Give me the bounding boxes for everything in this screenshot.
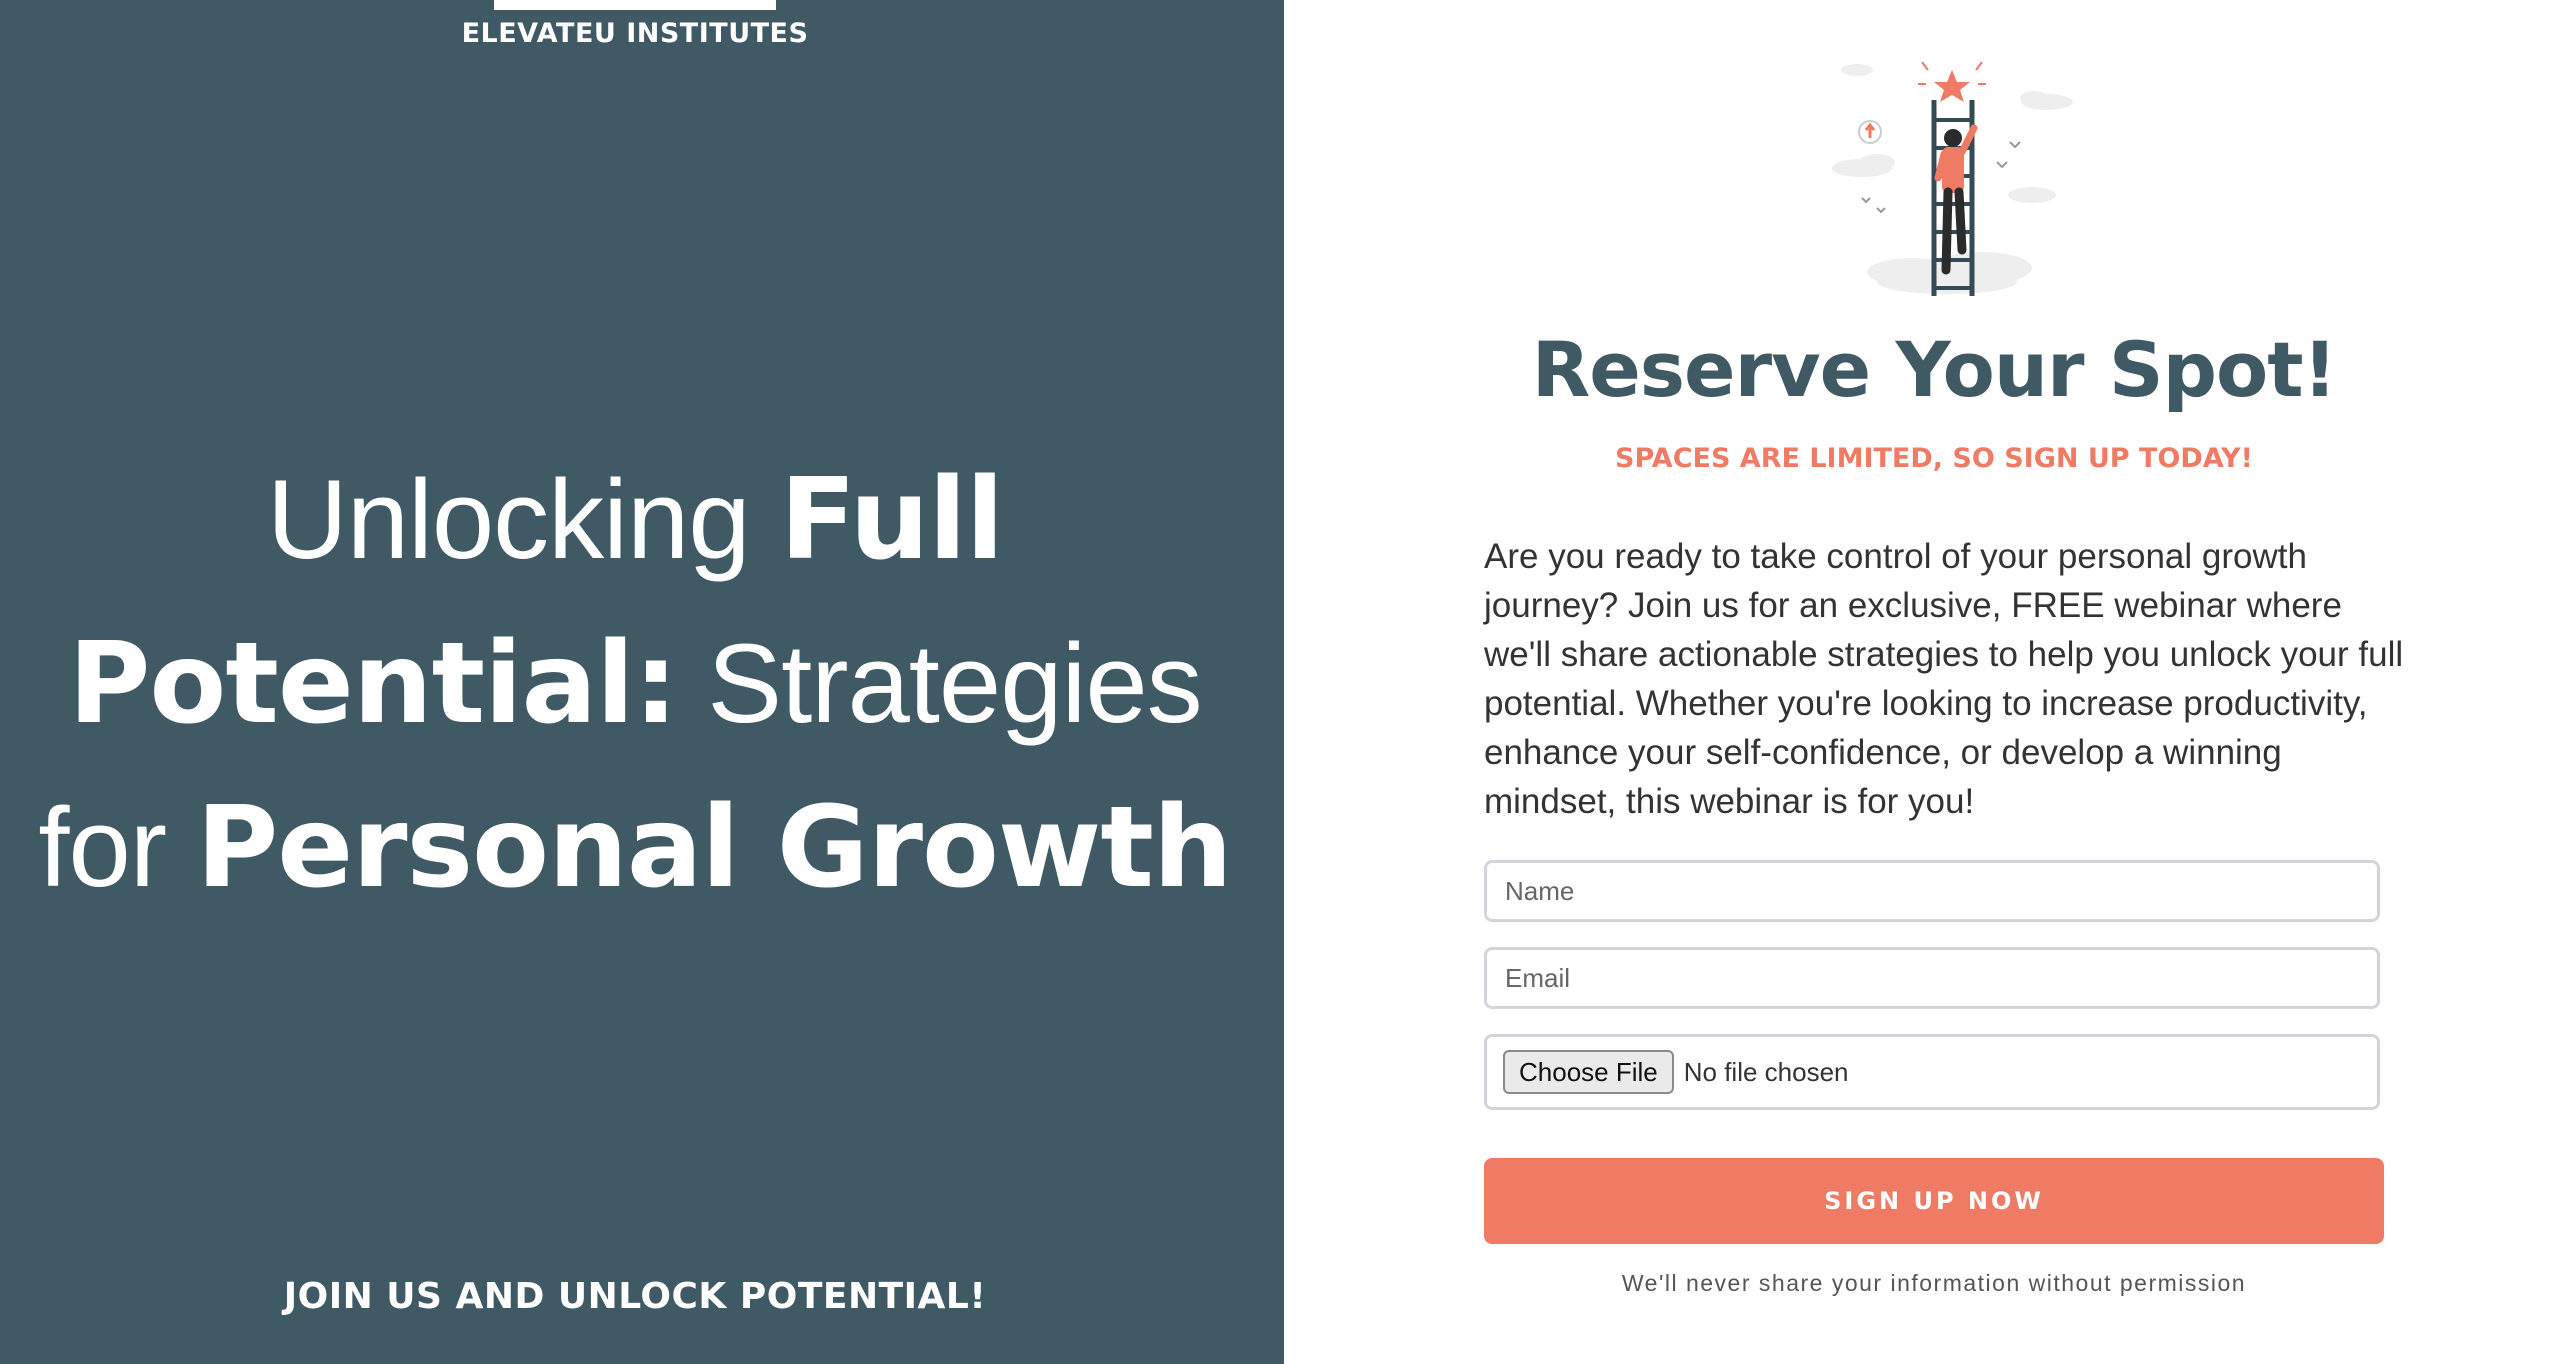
email-field[interactable] (1484, 947, 2380, 1009)
name-field[interactable] (1484, 860, 2380, 922)
form-subtitle: SPACES ARE LIMITED, SO SIGN UP TODAY! (1615, 443, 2253, 474)
choose-file-button[interactable]: Choose File (1503, 1050, 1674, 1094)
form-description: Are you ready to take control of your pe… (1484, 537, 2404, 821)
hero-heading: Unlocking Full Potential: Strategies for… (30, 438, 1240, 930)
file-status: No file chosen (1683, 1056, 1849, 1087)
file-upload-field: Choose File No file chosen (1484, 1034, 2380, 1110)
hero-text-1: Unlocking (266, 457, 780, 582)
logo-bar (494, 0, 776, 10)
hero-panel: ELEVATEU INSTITUTES Unlocking Full Poten… (0, 0, 1284, 1364)
email-input[interactable] (1503, 961, 2377, 995)
form-title: Reserve Your Spot! (1531, 325, 2338, 414)
hero-text-4: Personal Growth (196, 783, 1232, 913)
ladder-climber-illustration (1832, 61, 2073, 296)
name-input[interactable] (1503, 874, 2377, 908)
sign-up-button[interactable]: SIGN UP NOW (1484, 1158, 2384, 1244)
privacy-note: We'll never share your information witho… (1621, 1270, 2247, 1296)
signup-panel: Reserve Your Spot! SPACES ARE LIMITED, S… (1284, 0, 2566, 1364)
hero-footer-text: JOIN US AND UNLOCK POTENTIAL! (283, 1276, 987, 1317)
brand-name: ELEVATEU INSTITUTES (461, 18, 809, 49)
